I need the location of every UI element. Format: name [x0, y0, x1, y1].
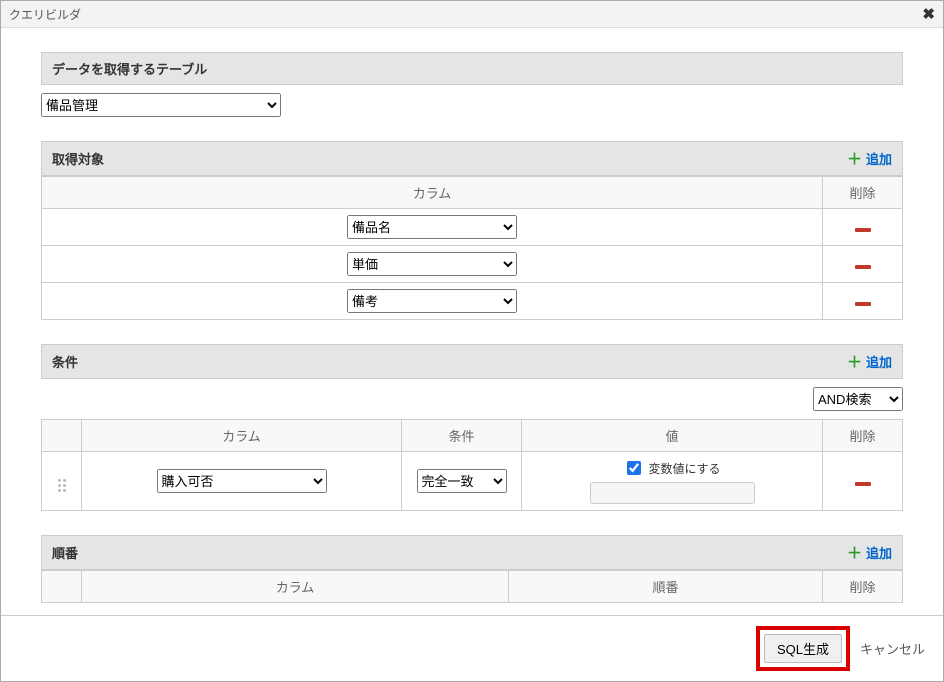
section-title-order: 順番 [52, 543, 78, 562]
section-title-target: 取得対象 [52, 149, 104, 168]
titlebar: クエリビルダ ✖ [1, 1, 943, 28]
drag-header [42, 420, 82, 452]
delete-row-icon[interactable] [855, 265, 871, 269]
condition-col-header: カラム [82, 420, 402, 452]
cancel-button[interactable]: キャンセル [854, 639, 931, 658]
condition-value-input [590, 482, 755, 504]
generate-sql-button[interactable]: SQL生成 [764, 634, 842, 663]
drag-header [42, 571, 82, 603]
drag-icon [58, 479, 66, 492]
delete-row-icon[interactable] [855, 302, 871, 306]
section-title-table: データを取得するテーブル [52, 59, 207, 78]
variable-checkbox[interactable] [627, 461, 641, 475]
window-title: クエリビルダ [9, 6, 81, 23]
table-row: 備品名 [42, 209, 903, 246]
plus-icon: ＋ [847, 542, 862, 563]
add-condition-button[interactable]: ＋ 追加 [847, 351, 892, 372]
drag-handle[interactable] [42, 452, 82, 511]
section-header-condition: 条件 ＋ 追加 [41, 344, 903, 379]
table-row: 単価 [42, 246, 903, 283]
query-builder-window: クエリビルダ ✖ データを取得するテーブル 備品管理 取得対象 ＋ 追加 カラム… [0, 0, 944, 682]
target-column-select[interactable]: 備考 [347, 289, 517, 313]
section-title-condition: 条件 [52, 352, 78, 371]
target-delete-header: 削除 [823, 177, 903, 209]
section-header-order: 順番 ＋ 追加 [41, 535, 903, 570]
add-order-button[interactable]: ＋ 追加 [847, 542, 892, 563]
table-row: 備考 [42, 283, 903, 320]
target-column-select[interactable]: 備品名 [347, 215, 517, 239]
and-or-select[interactable]: AND検索 [813, 387, 903, 411]
condition-operator-select[interactable]: 完全一致 [417, 469, 507, 493]
condition-table: カラム 条件 値 削除 購入可否 完全一致 変数値にする [41, 419, 903, 511]
condition-column-select[interactable]: 購入可否 [157, 469, 327, 493]
table-row: 購入可否 完全一致 変数値にする [42, 452, 903, 511]
condition-value-cell: 変数値にする [522, 452, 823, 511]
target-column-select[interactable]: 単価 [347, 252, 517, 276]
add-condition-label: 追加 [866, 352, 892, 371]
add-target-label: 追加 [866, 149, 892, 168]
plus-icon: ＋ [847, 148, 862, 169]
delete-row-icon[interactable] [855, 482, 871, 486]
section-header-target: 取得対象 ＋ 追加 [41, 141, 903, 176]
table-select[interactable]: 備品管理 [41, 93, 281, 117]
section-header-table: データを取得するテーブル [41, 52, 903, 85]
close-icon[interactable]: ✖ [922, 5, 935, 23]
order-delete-header: 削除 [823, 571, 903, 603]
add-order-label: 追加 [866, 543, 892, 562]
content-area: データを取得するテーブル 備品管理 取得対象 ＋ 追加 カラム 削除 [1, 28, 943, 615]
variable-label: 変数値にする [648, 460, 720, 477]
condition-value-header: 値 [522, 420, 823, 452]
footer: SQL生成 キャンセル [1, 615, 943, 681]
target-col-header: カラム [42, 177, 823, 209]
order-col-header: カラム [82, 571, 509, 603]
delete-row-icon[interactable] [855, 228, 871, 232]
highlight-box: SQL生成 [756, 626, 850, 671]
order-table: カラム 順番 削除 [41, 570, 903, 603]
target-table: カラム 削除 備品名 単価 備考 [41, 176, 903, 320]
add-target-button[interactable]: ＋ 追加 [847, 148, 892, 169]
condition-delete-header: 削除 [823, 420, 903, 452]
plus-icon: ＋ [847, 351, 862, 372]
and-row: AND検索 [41, 379, 903, 419]
order-order-header: 順番 [509, 571, 823, 603]
section-body-table: 備品管理 [41, 85, 903, 141]
condition-cond-header: 条件 [402, 420, 522, 452]
